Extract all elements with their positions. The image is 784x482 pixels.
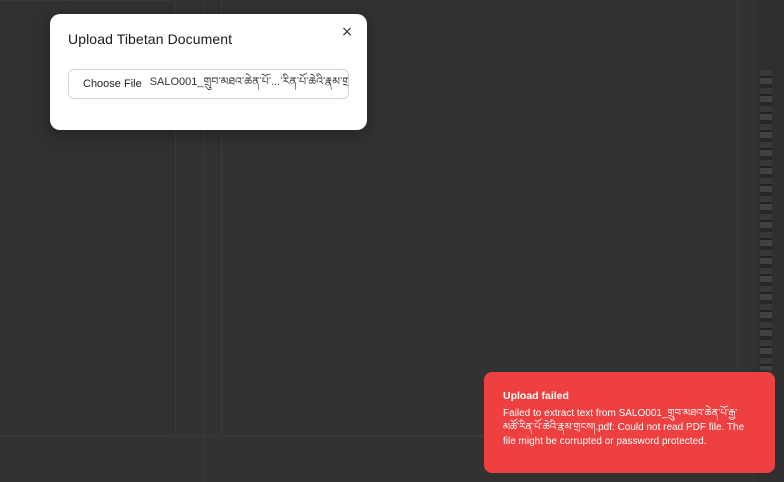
toast-title: Upload failed — [503, 390, 569, 402]
file-input[interactable]: Choose File SALO001_གྲུབ་མཐའ་ཆེན་པོ་...་… — [68, 69, 349, 99]
dialog-title: Upload Tibetan Document — [68, 31, 233, 47]
selected-file-name: SALO001_གྲུབ་མཐའ་ཆེན་པོ་...་རིན་པོ་ཆེའི་… — [149, 75, 348, 88]
error-toast[interactable]: Upload failed Failed to extract text fro… — [484, 372, 775, 473]
toast-message: Failed to extract text from SALO001_གྲུབ… — [503, 408, 745, 447]
close-icon[interactable]: × — [339, 24, 355, 40]
background-scroll-thumbnails[interactable] — [760, 70, 772, 370]
app-root: Upload Tibetan Document × Choose File SA… — [0, 0, 784, 482]
upload-dialog: Upload Tibetan Document × Choose File SA… — [50, 14, 367, 130]
choose-file-button[interactable]: Choose File — [83, 78, 142, 90]
